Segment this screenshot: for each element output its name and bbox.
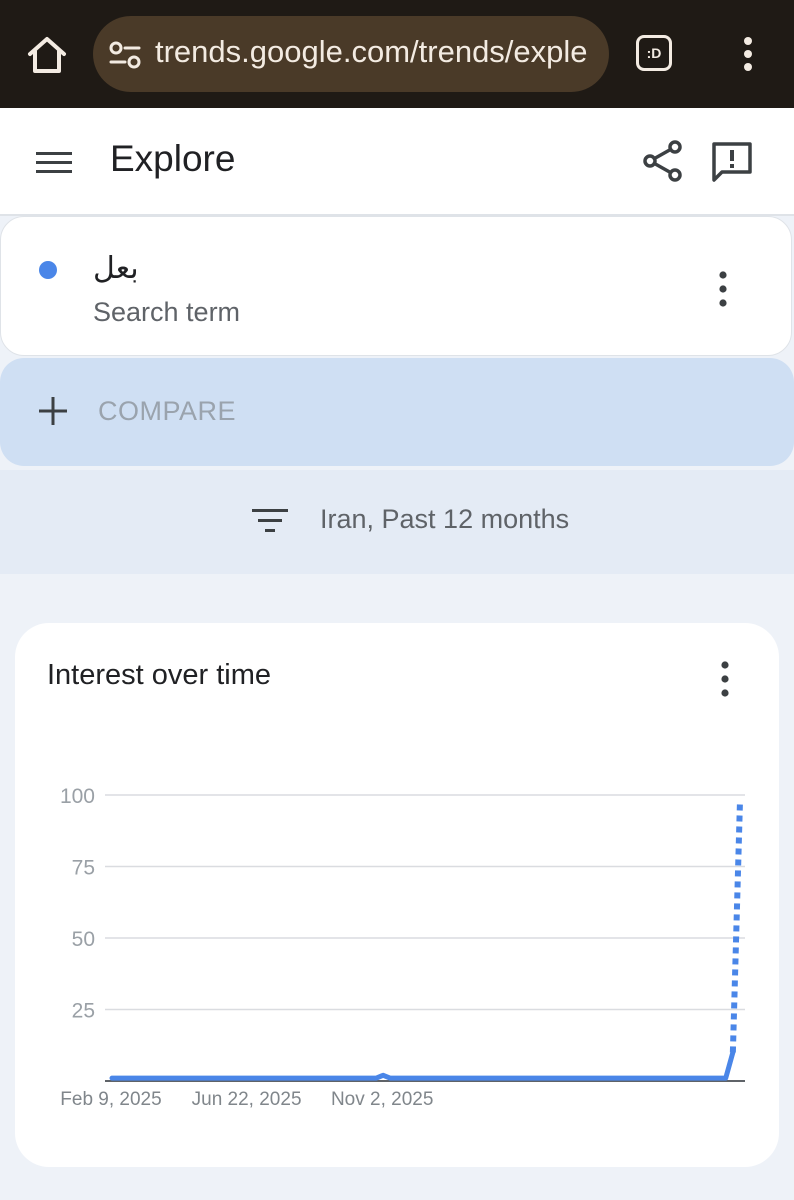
page-title: Explore [110, 138, 236, 179]
x-tick-label: Jun 22, 2025 [192, 1089, 302, 1110]
y-tick-label: 100 [60, 785, 95, 808]
x-tick-label: Nov 2, 2025 [331, 1089, 433, 1110]
url-text[interactable]: trends.google.com/trends/exple [155, 16, 588, 92]
y-tick-label: 75 [72, 857, 95, 880]
x-tick-label: Feb 9, 2025 [60, 1089, 161, 1110]
search-term-name[interactable]: بعل [93, 251, 139, 286]
y-tick-label: 25 [72, 1000, 95, 1023]
more-vert-icon[interactable] [713, 269, 733, 309]
line-chart: 100 75 50 25 Feb 9, 2025 Jun 22, 2025 Nov 2, 2… [60, 785, 745, 1110]
home-icon[interactable] [24, 32, 70, 78]
interest-over-time-card: Interest over time 100 75 50 25 Feb 9, 2025 J… [15, 623, 779, 1167]
series-line-partial [729, 800, 743, 1053]
y-tick-label: 50 [72, 928, 95, 951]
browser-toolbar: trends.google.com/trends/exple :D [0, 0, 794, 108]
search-term-type: Search term [93, 297, 241, 327]
filter-row[interactable]: Iran, Past 12 months [0, 470, 794, 574]
feedback-icon[interactable] [708, 138, 756, 186]
filter-icon [252, 509, 288, 532]
app-header: Explore [0, 108, 794, 216]
series-line [109, 1049, 736, 1081]
hamburger-icon[interactable] [34, 146, 74, 178]
filter-label: Iran, Past 12 months [320, 504, 570, 534]
more-vert-icon[interactable] [736, 34, 760, 74]
plus-icon [39, 397, 67, 425]
compare-label: COMPARE [98, 396, 237, 426]
search-term-card[interactable]: بعل Search term [0, 216, 792, 356]
site-settings-icon[interactable] [109, 40, 141, 70]
address-bar[interactable]: trends.google.com/trends/exple [93, 16, 609, 92]
compare-button[interactable]: COMPARE [0, 358, 794, 466]
tab-switcher-icon[interactable]: :D [636, 35, 672, 71]
share-icon[interactable] [640, 138, 686, 184]
series-color-dot [39, 261, 57, 279]
